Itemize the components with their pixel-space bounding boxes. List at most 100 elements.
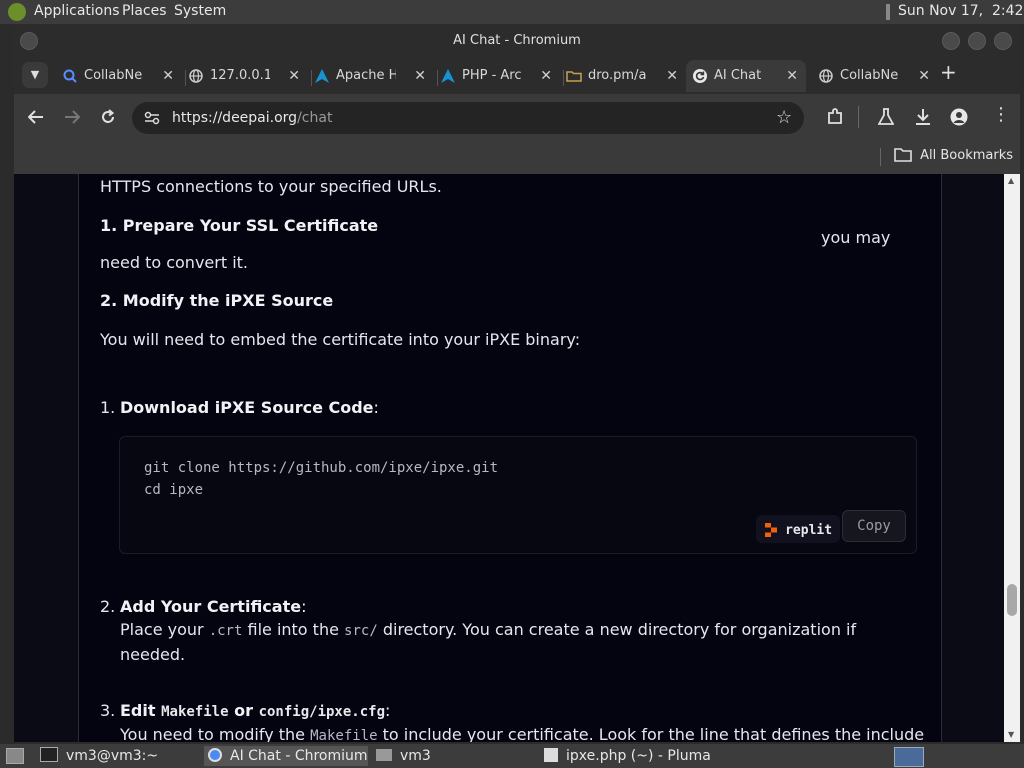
scroll-down-arrow-icon[interactable]: ▼	[1008, 730, 1014, 739]
bookmark-star-icon[interactable]: ☆	[776, 102, 792, 134]
scroll-up-arrow-icon[interactable]: ▲	[1008, 176, 1014, 185]
step1-colon: :	[373, 398, 379, 417]
tab-strip: ▼ CollabNe ✕ 127.0.0.1/ ✕ Apache H ✕ PHP…	[14, 56, 1020, 94]
window-titlebar[interactable]: AI Chat - Chromium	[14, 26, 1020, 56]
tab-close-icon[interactable]: ✕	[786, 60, 798, 92]
tab-close-icon[interactable]: ✕	[288, 60, 300, 92]
step-number: 2.	[100, 597, 116, 616]
text-run: to include your certificate. Look for th…	[377, 725, 925, 742]
top-panel: Applications Places System Sun Nov 17, 2…	[0, 0, 1024, 24]
step2-title: Add Your Certificate:	[120, 597, 306, 616]
scrollbar-thumb[interactable]	[1007, 584, 1017, 616]
maximize-button[interactable]	[968, 32, 986, 50]
bottom-taskbar: vm3@vm3:~ AI Chat - Chromium vm3 ipxe.ph…	[0, 744, 1024, 768]
labs-flask-icon[interactable]	[878, 108, 894, 126]
step1-title-text: Download iPXE Source Code	[120, 398, 374, 417]
window-title: AI Chat - Chromium	[453, 33, 581, 48]
tab-collabnet-2[interactable]: CollabNe ✕	[812, 60, 938, 92]
clock[interactable]: Sun Nov 17, 2:42 AM	[898, 3, 1024, 19]
window-menu-icon[interactable]	[20, 32, 38, 50]
menu-applications[interactable]: Applications	[34, 3, 120, 19]
toolbar-separator	[858, 106, 859, 128]
all-bookmarks-button[interactable]: All Bookmarks	[894, 146, 1013, 163]
task-terminal[interactable]: vm3@vm3:~	[36, 746, 200, 766]
tab-close-icon[interactable]: ✕	[414, 60, 426, 92]
code-line[interactable]: git clone https://github.com/ipxe/ipxe.g…	[144, 460, 498, 476]
menu-system[interactable]: System	[174, 3, 226, 19]
download-icon[interactable]	[915, 108, 931, 126]
tab-close-icon[interactable]: ✕	[540, 60, 552, 92]
workspace-switcher[interactable]	[894, 747, 924, 767]
tab-apache[interactable]: Apache H ✕	[308, 60, 434, 92]
minimize-button[interactable]	[942, 32, 960, 50]
tab-search-chevron-icon[interactable]: ▼	[22, 62, 48, 88]
site-info-tune-icon[interactable]	[144, 111, 160, 125]
inline-code: Makefile	[310, 728, 378, 742]
need-convert-line: need to convert it.	[100, 253, 248, 272]
text-run: :	[385, 701, 391, 720]
tab-collabnet-1[interactable]: CollabNe ✕	[56, 60, 182, 92]
vertical-scrollbar[interactable]: ▲ ▼	[1004, 174, 1020, 742]
task-label: AI Chat - Chromium	[230, 748, 368, 764]
back-arrow-icon[interactable]	[28, 110, 44, 124]
tab-ai-chat[interactable]: AI Chat ✕	[686, 60, 806, 92]
tab-close-icon[interactable]: ✕	[666, 60, 678, 92]
task-chromium[interactable]: AI Chat - Chromium	[204, 746, 368, 766]
kebab-menu-icon[interactable]: ⋮	[992, 104, 1010, 125]
step-number: 1.	[100, 398, 116, 417]
address-bar[interactable]: https://deepai.org/chat ☆	[132, 102, 804, 134]
distro-logo-icon[interactable]	[8, 3, 26, 21]
replit-logo-icon	[765, 523, 777, 537]
tab-label: Apache H	[336, 68, 396, 83]
url-text[interactable]: https://deepai.org/chat	[172, 102, 332, 134]
url-path: /chat	[297, 110, 333, 126]
task-label: ipxe.php (~) - Pluma	[566, 748, 711, 764]
show-desktop-icon[interactable]	[6, 748, 24, 764]
globe-icon	[189, 69, 203, 83]
replit-button[interactable]: replit	[756, 515, 841, 543]
chat-response: HTTPS connections to your specified URLs…	[78, 174, 942, 742]
task-files[interactable]: vm3	[372, 746, 536, 766]
task-pluma[interactable]: ipxe.php (~) - Pluma	[540, 746, 711, 766]
code-line[interactable]: cd ipxe	[144, 482, 203, 498]
profile-avatar-icon[interactable]	[950, 108, 968, 126]
search-icon	[63, 69, 77, 83]
tab-localhost[interactable]: 127.0.0.1/ ✕	[182, 60, 308, 92]
tab-label: dro.pm/a	[588, 68, 647, 83]
inline-code: config/ipxe.cfg	[258, 704, 385, 720]
extensions-puzzle-icon[interactable]	[826, 108, 844, 126]
text-run: or	[228, 701, 259, 720]
tab-close-icon[interactable]: ✕	[162, 60, 174, 92]
step1-title: Download iPXE Source Code:	[120, 398, 379, 417]
tab-label: AI Chat	[714, 68, 762, 83]
menu-places[interactable]: Places	[122, 3, 167, 19]
all-bookmarks-label: All Bookmarks	[920, 148, 1014, 163]
task-label: vm3	[400, 748, 431, 764]
url-host: https://deepai.org	[172, 110, 298, 126]
forward-arrow-icon[interactable]	[64, 110, 80, 124]
panel-separator	[886, 4, 890, 20]
tab-php[interactable]: PHP - Arc ✕	[434, 60, 560, 92]
https-line: HTTPS connections to your specified URLs…	[100, 177, 442, 196]
step2-title-text: Add Your Certificate	[120, 597, 302, 616]
chromium-icon	[208, 748, 222, 762]
inline-code: .crt	[208, 623, 243, 639]
you-may-fragment: you may	[821, 228, 891, 247]
new-tab-plus-icon[interactable]: +	[940, 60, 957, 84]
close-window-button[interactable]	[994, 32, 1012, 50]
tab-dropm[interactable]: dro.pm/a ✕	[560, 60, 686, 92]
tab-close-icon[interactable]: ✕	[918, 60, 930, 92]
bookmarks-separator	[880, 148, 881, 166]
copy-button[interactable]: Copy	[842, 510, 906, 542]
browser-window: AI Chat - Chromium ▼ CollabNe ✕ 127.0.0.…	[14, 26, 1020, 742]
inline-code: Makefile	[161, 704, 229, 720]
terminal-icon	[40, 747, 58, 762]
tab-label: 127.0.0.1/	[210, 68, 270, 83]
browser-toolbar: https://deepai.org/chat ☆ ⋮	[14, 94, 1020, 140]
embed-text: You will need to embed the certificate i…	[100, 330, 581, 349]
bookmarks-bar: All Bookmarks	[14, 140, 1020, 175]
text-run: Edit	[120, 701, 162, 720]
folder-icon	[566, 71, 582, 82]
reload-icon[interactable]	[100, 109, 116, 125]
inline-code: src/	[344, 623, 378, 639]
